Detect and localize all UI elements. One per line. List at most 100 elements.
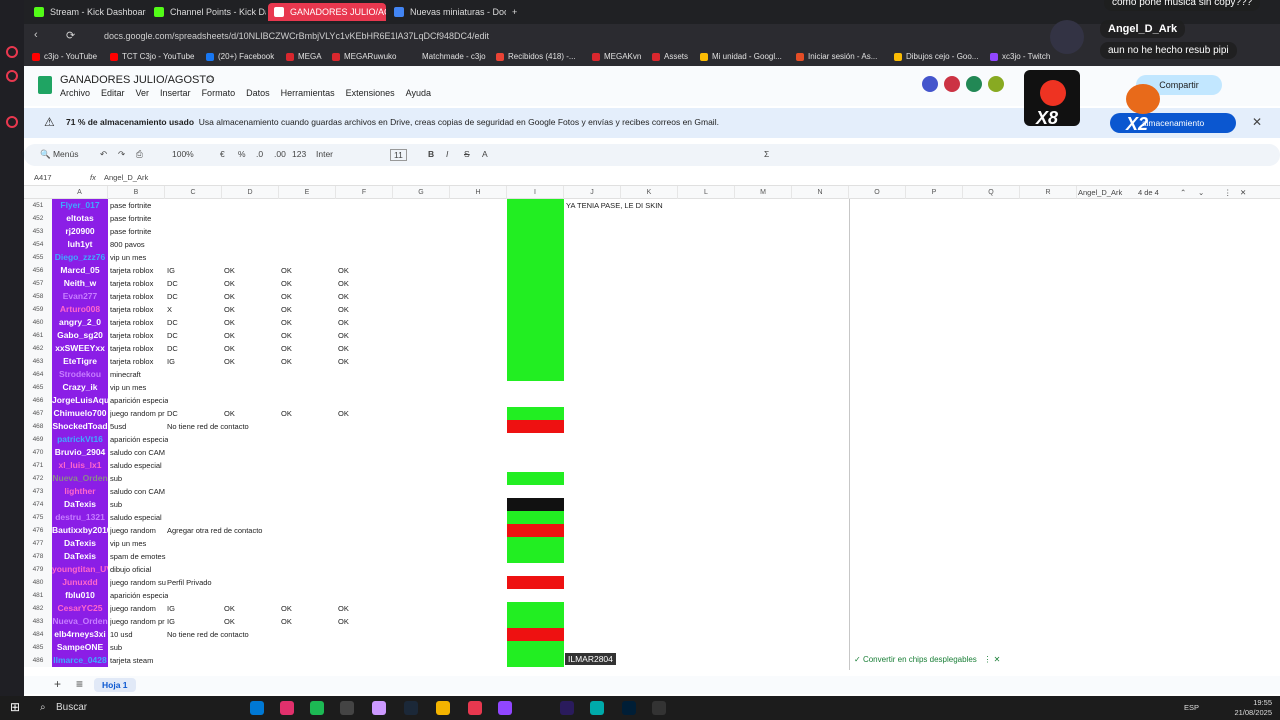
chevron-up-icon[interactable]: ⌃	[1180, 186, 1186, 199]
menu-herramientas[interactable]: Herramientas	[281, 88, 335, 98]
cell-contact[interactable]: IG	[167, 602, 175, 615]
column-header[interactable]: P	[906, 186, 963, 199]
cell-status-color[interactable]	[507, 485, 564, 498]
cell-check-f[interactable]: OK	[338, 277, 349, 290]
cell-status-color[interactable]	[507, 264, 564, 277]
functions-button[interactable]: Σ	[764, 149, 769, 159]
cell-username[interactable]: fblu010	[52, 589, 108, 602]
bookmark-item[interactable]: Mi unidad - Googl...	[700, 50, 782, 64]
cell-prize[interactable]: pase fortnite	[110, 199, 168, 212]
cell-check-e[interactable]: OK	[281, 303, 292, 316]
column-header[interactable]: O	[849, 186, 906, 199]
obs-icon[interactable]	[652, 701, 666, 715]
cell-prize[interactable]: saludo especial	[110, 459, 168, 472]
bookmark-item[interactable]: MEGAKvn	[592, 50, 641, 64]
cell-username[interactable]: Strodekou	[52, 368, 108, 381]
tab-channel-points[interactable]: Channel Points - Kick Da	[148, 3, 266, 21]
menu-datos[interactable]: Datos	[246, 88, 270, 98]
cell-username[interactable]: DaTexis	[52, 498, 108, 511]
cell-username[interactable]: destru_1321	[52, 511, 108, 524]
cell-username[interactable]: Bruvio_2904	[52, 446, 108, 459]
cell-status-color[interactable]	[507, 212, 564, 225]
cell-status-color[interactable]	[507, 251, 564, 264]
decrease-decimal-button[interactable]: .0	[256, 149, 263, 159]
cell-check-f[interactable]: OK	[338, 290, 349, 303]
chevron-down-icon[interactable]: ⌄	[1198, 186, 1204, 199]
cell-status-color[interactable]	[507, 394, 564, 407]
extension-icon[interactable]	[966, 76, 982, 92]
column-header[interactable]: G	[393, 186, 450, 199]
cell-status-color[interactable]	[507, 615, 564, 628]
redo-icon[interactable]: ↷	[118, 149, 125, 160]
bookmark-item[interactable]: TCT C3jo - YouTube	[110, 50, 194, 64]
cell-status-color[interactable]	[507, 654, 564, 667]
cell-status-color[interactable]	[507, 433, 564, 446]
cell-username[interactable]: Gabo_sg20	[52, 329, 108, 342]
reload-icon[interactable]: ⟳	[66, 29, 75, 42]
row-number[interactable]: 464	[24, 368, 52, 381]
row-number[interactable]: 454	[24, 238, 52, 251]
cell-check-e[interactable]: OK	[281, 264, 292, 277]
app-icon[interactable]	[280, 701, 294, 715]
column-header[interactable]: N	[792, 186, 849, 199]
cell-check-f[interactable]: OK	[338, 407, 349, 420]
cell-username[interactable]: llmarce_0428	[52, 654, 108, 667]
font-size-input[interactable]: 11	[390, 149, 407, 161]
app-icon[interactable]	[372, 701, 386, 715]
column-header[interactable]: L	[678, 186, 735, 199]
cell-contact[interactable]: DC	[167, 407, 178, 420]
row-number[interactable]: 451	[24, 199, 52, 212]
cell-contact[interactable]: Perfil Privado	[167, 576, 212, 589]
cell-prize[interactable]: spam de emotes	[110, 550, 168, 563]
row-number[interactable]: 469	[24, 433, 52, 446]
cell-username[interactable]: Diego_zzz76	[52, 251, 108, 264]
cell-check-e[interactable]: OK	[281, 615, 292, 628]
cell-prize[interactable]: 10 usd	[110, 628, 168, 641]
increase-decimal-button[interactable]: .00	[274, 149, 286, 159]
bookmark-item[interactable]: Iniciar sesión - As...	[796, 50, 877, 64]
bookmark-item[interactable]: MEGA	[286, 50, 322, 64]
row-number[interactable]: 465	[24, 381, 52, 394]
percent-button[interactable]: %	[238, 149, 246, 159]
column-header[interactable]: M	[735, 186, 792, 199]
doc-title[interactable]: GANADORES JULIO/AGOSTO	[60, 74, 214, 86]
cell-username[interactable]: Bautixxby2010	[52, 524, 108, 537]
cell-contact[interactable]: DC	[167, 316, 178, 329]
cell-status-color[interactable]	[507, 316, 564, 329]
column-header[interactable]: E	[279, 186, 336, 199]
cell-check-d[interactable]: OK	[224, 342, 235, 355]
cell-check-d[interactable]: OK	[224, 329, 235, 342]
row-number[interactable]: 480	[24, 576, 52, 589]
add-sheet-icon[interactable]: +	[54, 677, 61, 691]
cell-contact[interactable]: DC	[167, 277, 178, 290]
cell-username[interactable]: SampeONE	[52, 641, 108, 654]
bookmark-item[interactable]: c3jo - YouTube	[32, 50, 97, 64]
cell-prize[interactable]: sub	[110, 472, 168, 485]
bookmark-item[interactable]: Matchmade - c3jo	[410, 50, 486, 64]
cell-contact[interactable]: IG	[167, 355, 175, 368]
cell-check-f[interactable]: OK	[338, 615, 349, 628]
row-number[interactable]: 481	[24, 589, 52, 602]
cell-username[interactable]: CesarYC25	[52, 602, 108, 615]
premiere-icon[interactable]	[560, 701, 574, 715]
cell-status-color[interactable]	[507, 225, 564, 238]
row-number[interactable]: 460	[24, 316, 52, 329]
menu-insertar[interactable]: Insertar	[160, 88, 191, 98]
cell-username[interactable]: elb4rneys3xi	[52, 628, 108, 641]
cell-prize[interactable]: aparición especial	[110, 589, 168, 602]
cell-prize[interactable]: saludo con CAM	[110, 446, 168, 459]
cell-contact[interactable]: IG	[167, 264, 175, 277]
cell-prize[interactable]: tarjeta roblox	[110, 342, 168, 355]
cell-status-color[interactable]	[507, 576, 564, 589]
cell-status-color[interactable]	[507, 342, 564, 355]
cell-prize[interactable]: tarjeta roblox	[110, 355, 168, 368]
row-number[interactable]: 466	[24, 394, 52, 407]
cell-status-color[interactable]	[507, 524, 564, 537]
cell-contact[interactable]: DC	[167, 290, 178, 303]
cell-username[interactable]: EteTigre	[52, 355, 108, 368]
cell-check-f[interactable]: OK	[338, 602, 349, 615]
cell-status-color[interactable]	[507, 511, 564, 524]
cell-prize[interactable]: pase fortnite	[110, 212, 168, 225]
cell-check-d[interactable]: OK	[224, 316, 235, 329]
cell-username[interactable]: Arturo008	[52, 303, 108, 316]
